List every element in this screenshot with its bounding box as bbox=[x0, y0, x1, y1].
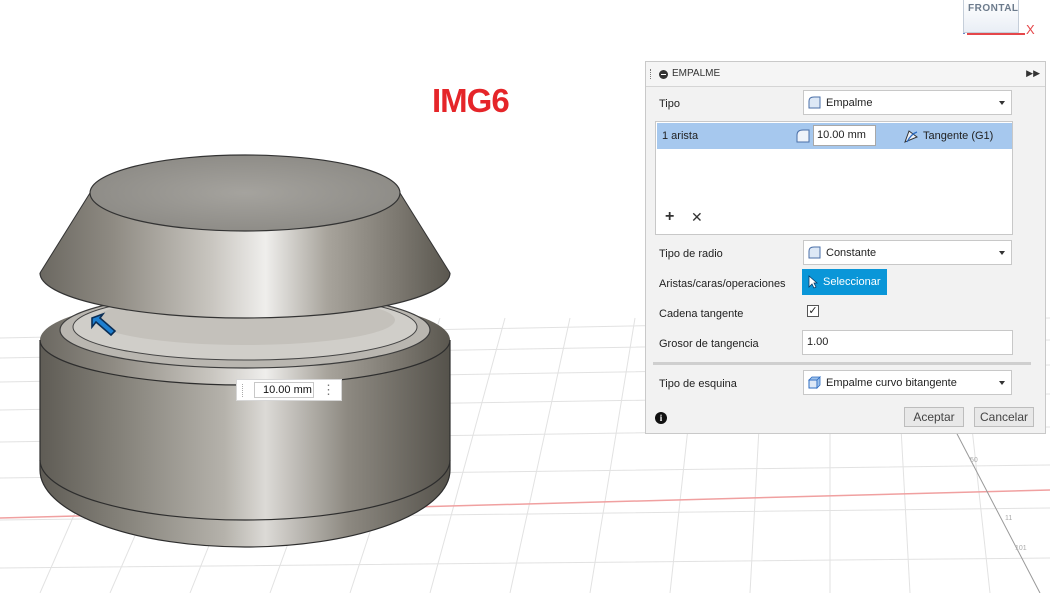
svg-text:11: 11 bbox=[1005, 515, 1012, 522]
grip-handle-icon[interactable] bbox=[242, 384, 245, 397]
edge-list[interactable]: 1 arista 10.00 mm Tangente (G1) + ✕ bbox=[655, 121, 1013, 235]
fillet-icon bbox=[808, 96, 821, 109]
axis-x-label: X bbox=[1026, 22, 1035, 37]
radius-input[interactable]: 10.00 mm bbox=[813, 125, 876, 146]
edge-count: 1 arista bbox=[662, 130, 699, 142]
cancel-button[interactable]: Cancelar bbox=[974, 407, 1034, 427]
chevron-down-icon bbox=[999, 101, 1005, 105]
add-icon[interactable]: + bbox=[665, 208, 674, 226]
aristas-label: Aristas/caras/operaciones bbox=[659, 278, 786, 290]
ok-button[interactable]: Aceptar bbox=[904, 407, 964, 427]
info-icon[interactable]: i bbox=[655, 412, 667, 424]
collapse-icon[interactable] bbox=[659, 70, 668, 79]
cadena-label: Cadena tangente bbox=[659, 308, 744, 320]
tipo-select[interactable]: Empalme bbox=[803, 90, 1012, 115]
viewcube[interactable]: FRONTAL X bbox=[955, 0, 1045, 40]
expand-icon[interactable]: ▶▶ bbox=[1026, 68, 1040, 79]
radius-icon bbox=[796, 129, 810, 143]
dialog-header[interactable]: EMPALME ▶▶ bbox=[646, 62, 1045, 87]
dimension-input[interactable]: 10.00 mm bbox=[254, 382, 314, 398]
chevron-down-icon bbox=[999, 381, 1005, 385]
esquina-label: Tipo de esquina bbox=[659, 378, 737, 390]
select-button[interactable]: Seleccionar bbox=[802, 269, 887, 295]
grosor-input[interactable]: 1.00 bbox=[802, 330, 1013, 355]
continuity-label[interactable]: Tangente (G1) bbox=[923, 130, 993, 142]
tipo-radio-select[interactable]: Constante bbox=[803, 240, 1012, 265]
dialog-title: EMPALME bbox=[672, 68, 721, 79]
dimension-input-box[interactable]: 10.00 mm ⋮ bbox=[236, 379, 342, 401]
drag-handle-icon[interactable] bbox=[650, 69, 652, 79]
viewcube-front-face[interactable]: FRONTAL bbox=[963, 0, 1019, 33]
radius-icon bbox=[808, 246, 821, 259]
more-options-icon[interactable]: ⋮ bbox=[322, 382, 335, 398]
cursor-icon bbox=[808, 275, 818, 289]
tangent-icon[interactable] bbox=[903, 128, 919, 144]
divider bbox=[653, 362, 1031, 365]
esquina-select[interactable]: Empalme curvo bitangente bbox=[803, 370, 1012, 395]
cylinder-body bbox=[39, 291, 451, 548]
svg-text:101: 101 bbox=[1015, 545, 1027, 552]
frustum-part bbox=[39, 154, 451, 319]
cadena-checkbox[interactable]: ✓ bbox=[807, 305, 819, 317]
chevron-down-icon bbox=[999, 251, 1005, 255]
top-face bbox=[89, 154, 401, 232]
corner-icon bbox=[808, 376, 821, 389]
tipo-label: Tipo bbox=[659, 98, 680, 110]
remove-icon[interactable]: ✕ bbox=[691, 209, 703, 226]
list-item[interactable]: 1 arista 10.00 mm Tangente (G1) bbox=[657, 123, 1012, 149]
image-label: IMG6 bbox=[432, 82, 510, 119]
fillet-dialog: EMPALME ▶▶ Tipo Empalme 1 arista 10.00 m… bbox=[645, 61, 1046, 434]
grosor-label: Grosor de tangencia bbox=[659, 338, 759, 350]
svg-text:50: 50 bbox=[970, 457, 978, 464]
tipo-radio-label: Tipo de radio bbox=[659, 248, 723, 260]
